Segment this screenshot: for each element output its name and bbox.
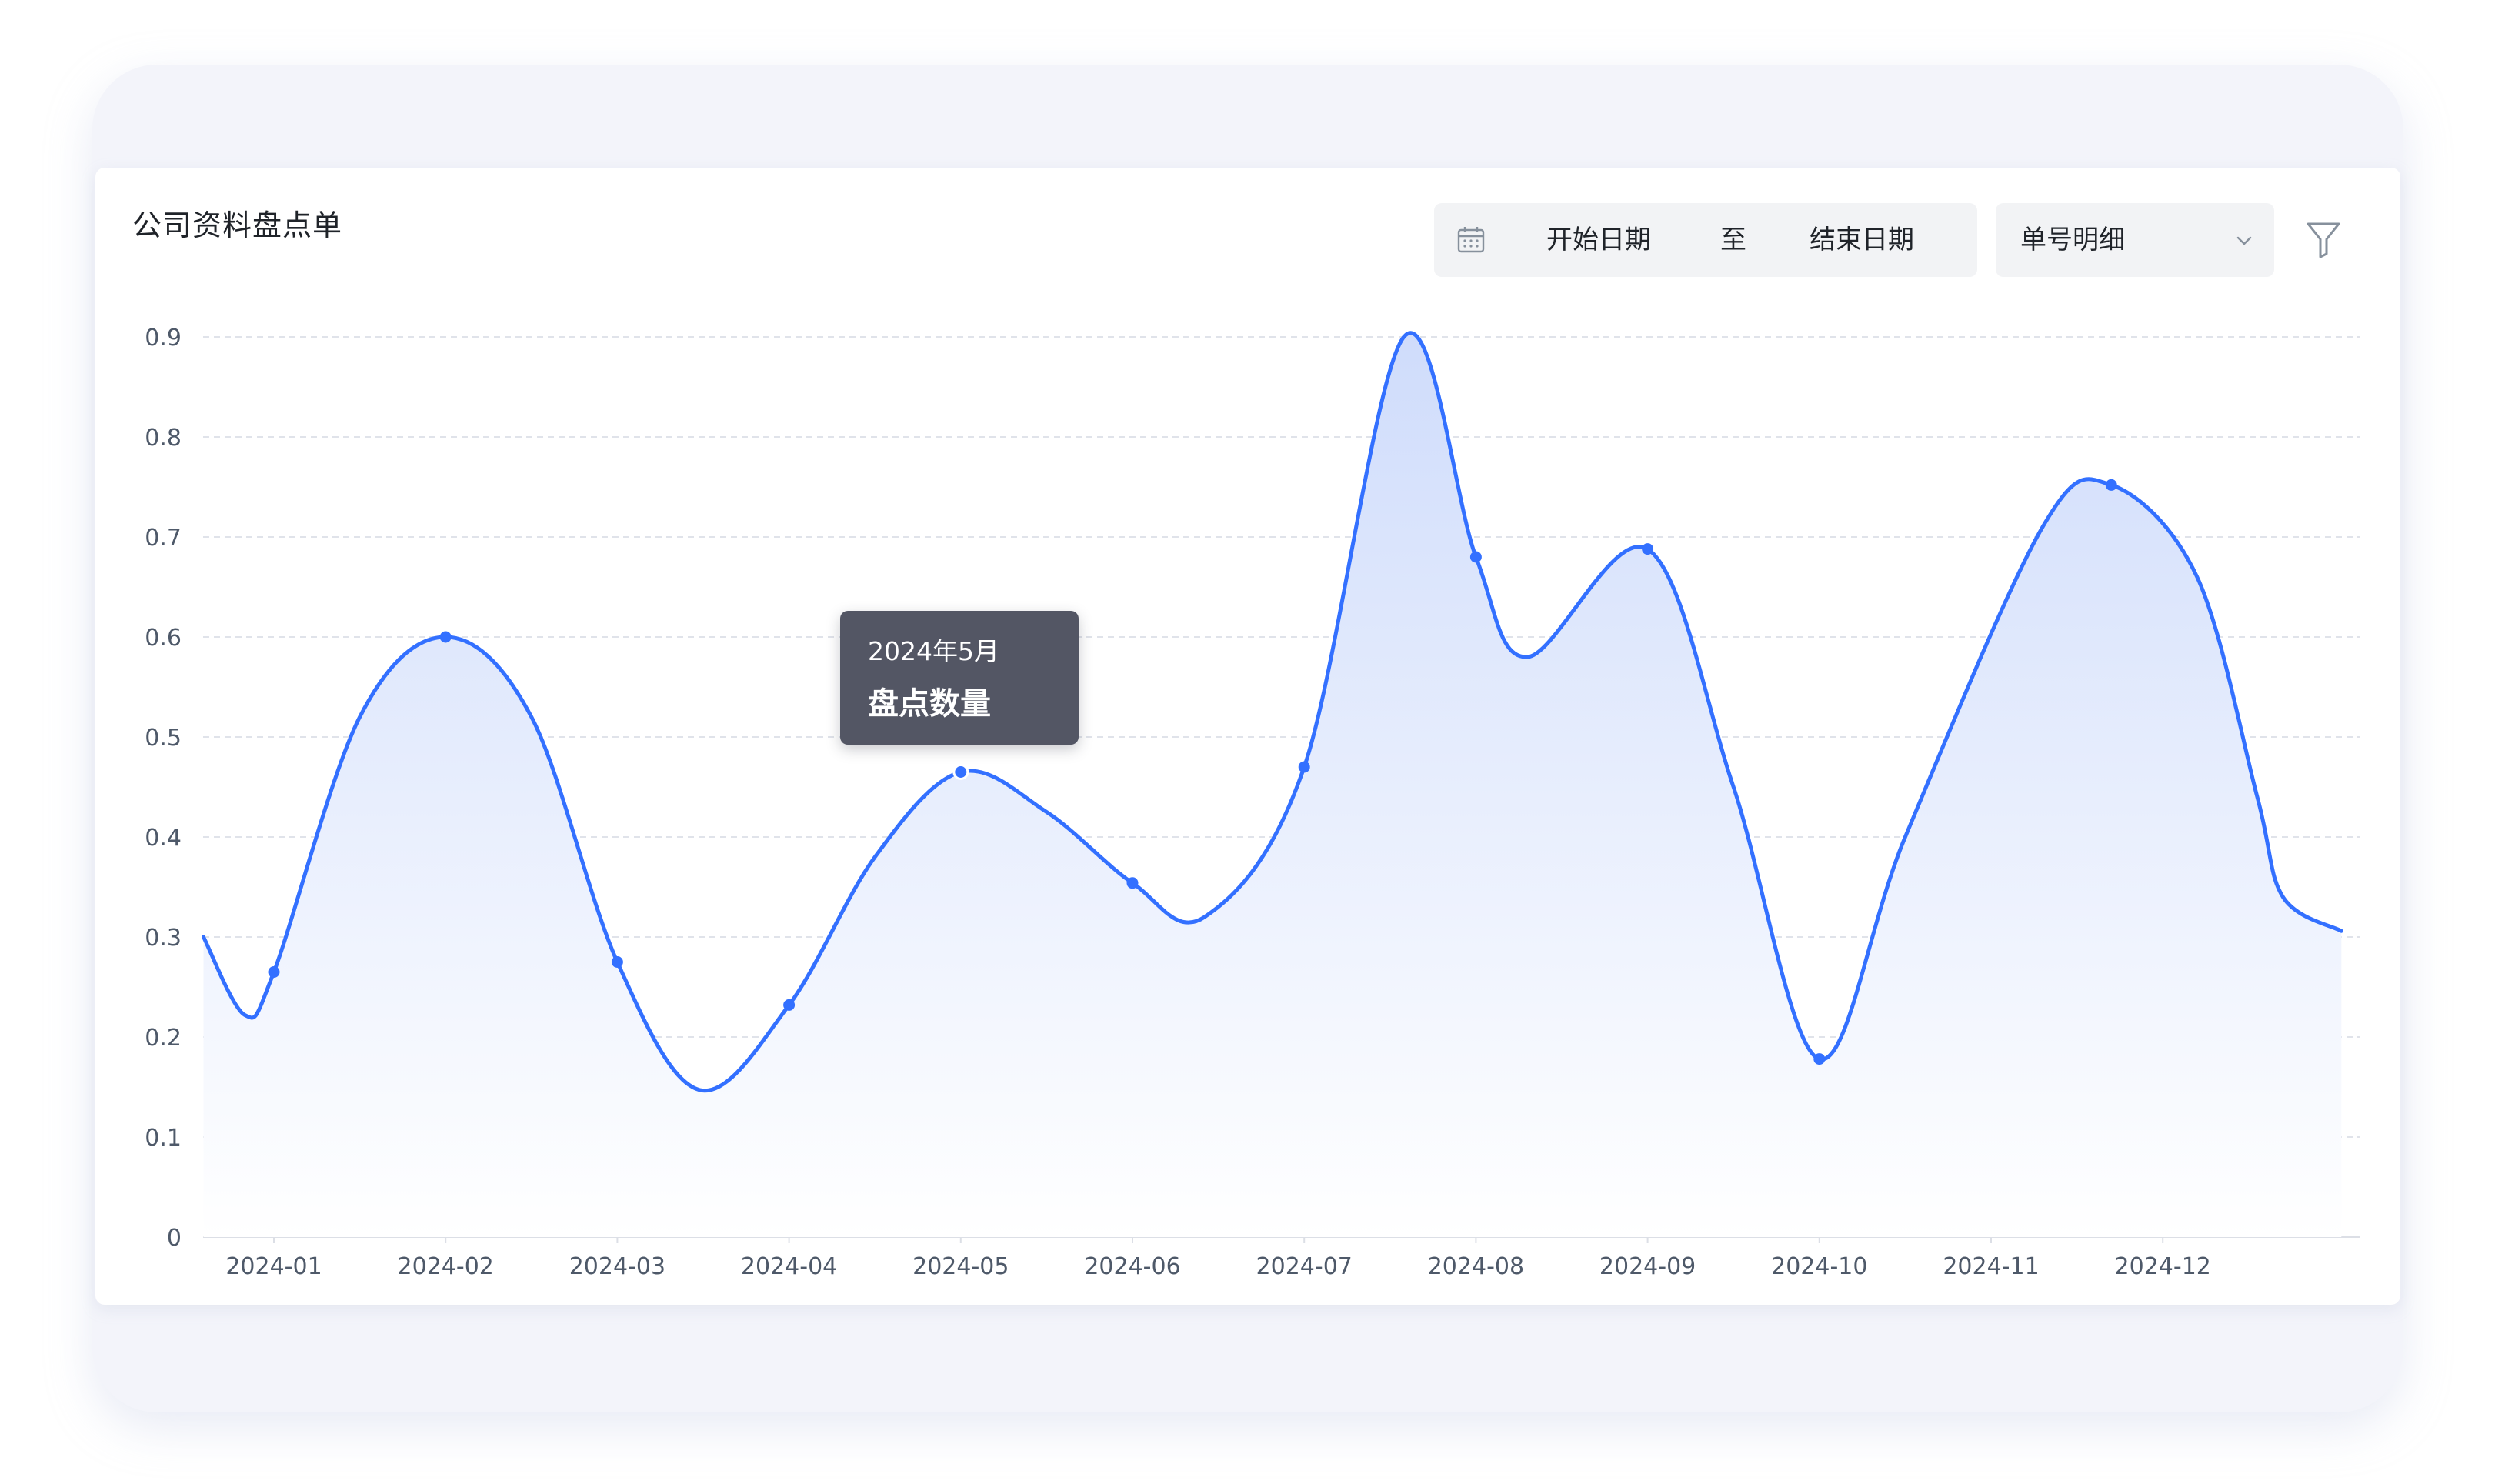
data-point[interactable] <box>268 966 280 978</box>
data-point[interactable] <box>1642 543 1654 555</box>
data-point[interactable] <box>1126 877 1139 889</box>
active-data-point[interactable] <box>952 764 969 780</box>
tooltip-series: 盘点数量 <box>868 686 991 722</box>
data-point[interactable] <box>2105 479 2117 491</box>
y-tick-label: 0.9 <box>145 325 182 352</box>
area-chart: 0 0.1 0.2 0.3 0.4 0.5 0.6 0.7 0.8 0.9 2024-01 2024… <box>145 325 2360 1280</box>
x-tick-label: 2024-05 <box>912 1253 1009 1280</box>
tooltip-date: 2024年5月 <box>868 636 999 666</box>
x-tick-label: 2024-12 <box>2115 1253 2211 1280</box>
y-tick-label: 0.1 <box>145 1125 182 1152</box>
x-tick-label: 2024-11 <box>1943 1253 2039 1280</box>
data-point[interactable] <box>439 631 452 643</box>
x-tick-label: 2024-02 <box>398 1253 494 1280</box>
chart-tooltip: 2024年5月 盘点数量 <box>840 611 1079 745</box>
y-tick-label: 0.7 <box>145 525 182 552</box>
x-tick-label: 2024-06 <box>1084 1253 1180 1280</box>
y-tick-label: 0.8 <box>145 425 182 452</box>
y-tick-label: 0 <box>167 1225 182 1252</box>
data-point[interactable] <box>783 999 796 1011</box>
data-point[interactable] <box>1298 761 1310 773</box>
data-point[interactable] <box>1813 1053 1826 1065</box>
x-tick-label: 2024-03 <box>569 1253 665 1280</box>
y-tick-label: 0.6 <box>145 625 182 652</box>
data-point[interactable] <box>1469 551 1482 563</box>
y-tick-label: 0.3 <box>145 925 182 952</box>
y-tick-label: 0.2 <box>145 1025 182 1052</box>
data-point[interactable] <box>611 956 623 968</box>
y-tick-label: 0.4 <box>145 825 182 852</box>
x-tick-label: 2024-04 <box>741 1253 837 1280</box>
x-tick-label: 2024-10 <box>1771 1253 1867 1280</box>
chart-card: 公司资料盘点单 开始日期 至 结束日期 单号明细 0 0.1 0.2 0.3 0… <box>95 168 2400 1305</box>
x-tick-label: 2024-08 <box>1428 1253 1524 1280</box>
x-tick-label: 2024-01 <box>225 1253 322 1280</box>
series-area <box>203 332 2342 1238</box>
y-tick-label: 0.5 <box>145 725 182 752</box>
x-tick-label: 2024-07 <box>1256 1253 1353 1280</box>
x-tick-label: 2024-09 <box>1599 1253 1696 1280</box>
